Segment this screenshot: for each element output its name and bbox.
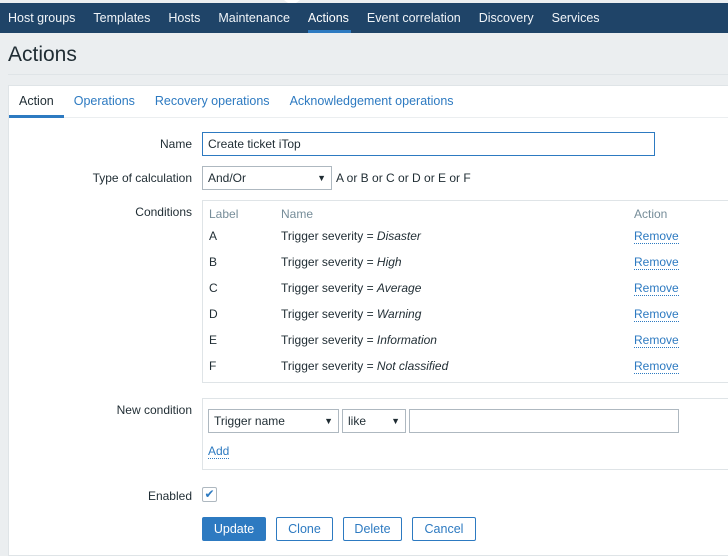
condition-label: C: [209, 281, 218, 295]
condition-name: Trigger severity = Warning: [281, 307, 421, 321]
condition-prefix: Trigger severity =: [281, 255, 377, 269]
condition-value: Disaster: [376, 229, 421, 243]
enabled-label: Enabled: [147, 489, 192, 503]
nav-templates[interactable]: Templates: [85, 3, 160, 33]
condition-value: Average: [376, 281, 422, 295]
name-input[interactable]: Create ticket iTop: [202, 132, 655, 156]
update-button[interactable]: Update: [202, 517, 266, 541]
nav-hosts[interactable]: Hosts: [160, 3, 210, 33]
calc-select[interactable]: And/Or ▼: [202, 166, 332, 190]
nav-actions[interactable]: Actions: [300, 3, 359, 33]
chevron-down-icon: ▼: [391, 416, 400, 426]
condition-operator-select[interactable]: like ▼: [342, 409, 406, 433]
tab-acknowledgement-operations[interactable]: Acknowledgement operations: [280, 86, 464, 117]
remove-condition-link[interactable]: Remove: [634, 333, 679, 348]
conditions-label: Conditions: [135, 205, 192, 219]
condition-name: Trigger severity = High: [281, 255, 402, 269]
header-action: Action: [634, 207, 668, 221]
chevron-down-icon: ▼: [317, 173, 326, 183]
condition-prefix: Trigger severity =: [281, 359, 377, 373]
divider: [8, 74, 728, 75]
tab-recovery-operations[interactable]: Recovery operations: [145, 86, 280, 117]
nav-maintenance[interactable]: Maintenance: [210, 3, 300, 33]
new-condition-box: Trigger name ▼ like ▼ Add: [202, 398, 728, 470]
nav-services[interactable]: Services: [544, 3, 610, 33]
condition-prefix: Trigger severity =: [281, 229, 377, 243]
remove-condition-link[interactable]: Remove: [634, 359, 679, 374]
remove-condition-link[interactable]: Remove: [634, 281, 679, 296]
tab-action[interactable]: Action: [9, 86, 64, 118]
nav-event-correlation[interactable]: Event correlation: [359, 3, 471, 33]
condition-name: Trigger severity = Average: [281, 281, 421, 295]
condition-name: Trigger severity = Information: [281, 333, 437, 347]
remove-condition-link[interactable]: Remove: [634, 307, 679, 322]
add-condition-link[interactable]: Add: [208, 444, 230, 459]
calc-value: And/Or: [208, 171, 247, 185]
nav-discovery[interactable]: Discovery: [471, 3, 544, 33]
conditions-table: Label Name Action A Trigger severity = D…: [202, 200, 728, 383]
tab-bar: Action Operations Recovery operations Ac…: [9, 86, 728, 118]
header-name: Name: [281, 207, 314, 221]
enabled-checkbox[interactable]: ✔: [202, 487, 217, 502]
condition-label: B: [209, 255, 218, 269]
nav-host-groups[interactable]: Host groups: [0, 3, 85, 33]
page-title: Actions: [8, 43, 77, 66]
condition-label: D: [209, 307, 218, 321]
new-condition-label: New condition: [116, 403, 192, 417]
condition-prefix: Trigger severity =: [281, 333, 377, 347]
condition-value: Information: [376, 333, 437, 347]
remove-condition-link[interactable]: Remove: [634, 255, 679, 270]
condition-value: Not classified: [376, 359, 449, 373]
condition-value: Warning: [376, 307, 422, 321]
condition-value-input[interactable]: [409, 409, 679, 433]
check-icon: ✔: [204, 487, 215, 501]
condition-label: E: [209, 333, 218, 347]
name-label: Name: [159, 137, 192, 151]
condition-label: F: [209, 359, 217, 373]
tab-operations[interactable]: Operations: [64, 86, 145, 117]
chevron-down-icon: ▼: [324, 416, 333, 426]
remove-condition-link[interactable]: Remove: [634, 229, 679, 244]
cancel-button[interactable]: Cancel: [412, 517, 476, 541]
condition-type-value: Trigger name: [214, 414, 285, 428]
delete-button[interactable]: Delete: [343, 517, 402, 541]
calc-expression: A or B or C or D or E or F: [336, 171, 471, 185]
condition-prefix: Trigger severity =: [281, 281, 377, 295]
calc-label: Type of calculation: [92, 171, 192, 185]
condition-value: High: [376, 255, 402, 269]
condition-label: A: [209, 229, 218, 243]
top-navigation: Host groups Templates Hosts Maintenance …: [0, 3, 728, 33]
condition-operator-value: like: [348, 414, 367, 428]
condition-prefix: Trigger severity =: [281, 307, 377, 321]
condition-type-select[interactable]: Trigger name ▼: [208, 409, 339, 433]
condition-name: Trigger severity = Disaster: [281, 229, 421, 243]
condition-name: Trigger severity = Not classified: [281, 359, 448, 373]
clone-button[interactable]: Clone: [276, 517, 333, 541]
header-label: Label: [209, 207, 239, 221]
